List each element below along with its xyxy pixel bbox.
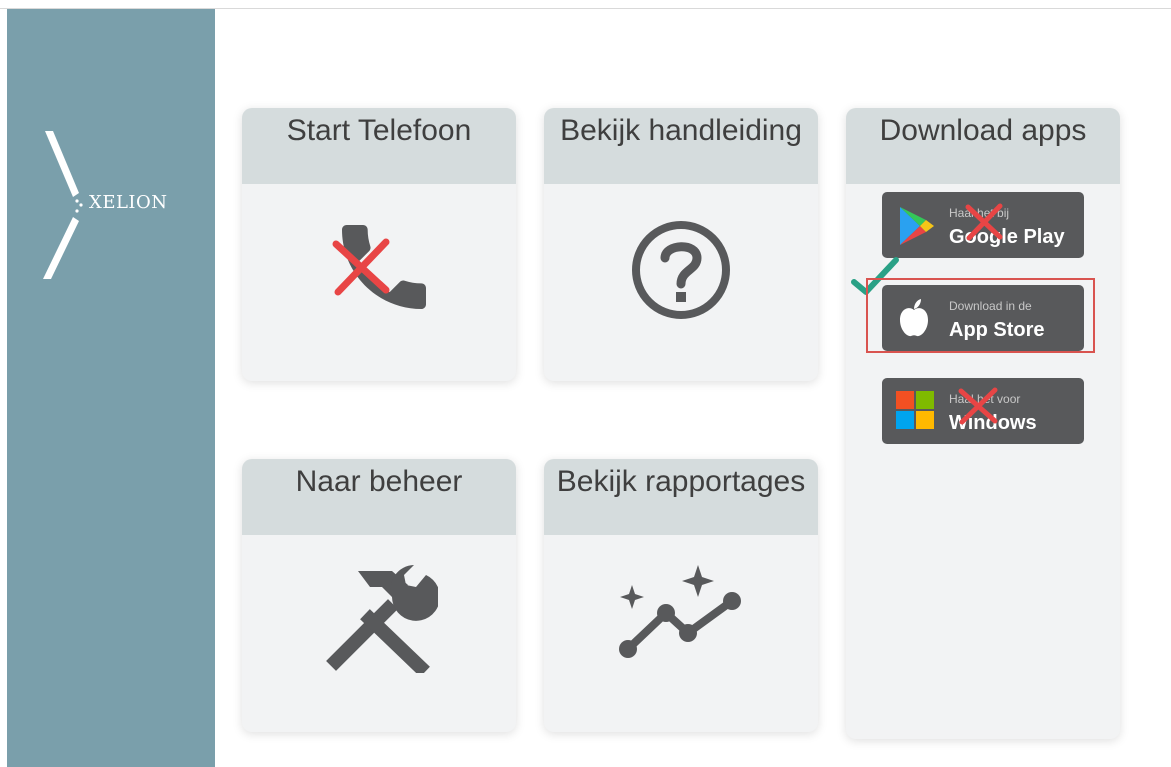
brand-name: XELION: [89, 192, 168, 213]
cross-mark-icon: [332, 238, 390, 296]
sidebar: XELION: [7, 9, 215, 767]
windows-icon: [896, 391, 934, 429]
tile-title: Bekijk rapportages: [544, 459, 818, 535]
xelion-logo: XELION: [37, 131, 197, 286]
app-store-highlight: [866, 278, 1095, 353]
tile-title: Start Telefoon: [242, 108, 516, 184]
panel-title: Download apps: [846, 108, 1120, 184]
tools-icon: [322, 565, 440, 678]
cross-mark-icon: [958, 387, 998, 425]
tile-naar-beheer[interactable]: Naar beheer: [242, 459, 516, 732]
google-play-icon: [900, 207, 934, 245]
analytics-icon: [616, 563, 746, 668]
help-circle-icon: [622, 220, 740, 325]
cross-mark-icon: [965, 203, 1003, 241]
tile-title: Naar beheer: [242, 459, 516, 535]
tile-bekijk-handleiding[interactable]: Bekijk handleiding: [544, 108, 818, 381]
tile-title: Bekijk handleiding: [544, 108, 818, 184]
tile-bekijk-rapportages[interactable]: Bekijk rapportages: [544, 459, 818, 732]
tile-start-telefoon[interactable]: Start Telefoon: [242, 108, 516, 381]
